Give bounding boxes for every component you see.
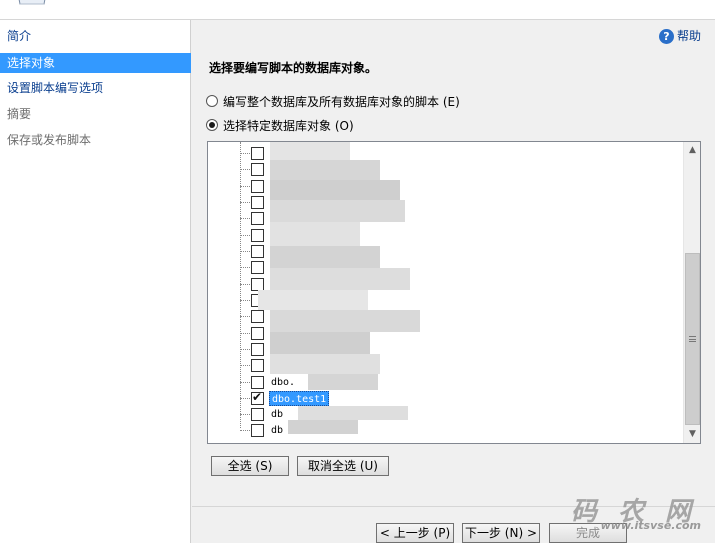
tree-row[interactable]: dbo. <box>240 374 297 390</box>
tree-row-selected[interactable]: dbo.test1 <box>240 390 330 406</box>
tree-item-label-selected[interactable]: dbo.test1 <box>269 390 330 406</box>
checkbox[interactable] <box>251 375 264 389</box>
checkbox[interactable] <box>251 211 264 225</box>
sidebar-item-scripting-options[interactable]: 设置脚本编写选项 <box>0 78 191 98</box>
sidebar-item-choose-objects[interactable]: 选择对象 <box>0 53 191 73</box>
scripting-wizard-icon <box>18 0 46 5</box>
checkbox[interactable] <box>251 146 264 160</box>
checkbox[interactable] <box>251 244 264 258</box>
scrollbar-thumb[interactable] <box>685 253 700 425</box>
tree-item-label: db <box>271 408 284 420</box>
wizard-main-panel: ? 帮助 选择要编写脚本的数据库对象。 编写整个数据库及所有数据库对象的脚本 (… <box>192 20 715 543</box>
tree-row[interactable] <box>240 357 264 373</box>
tree-item-label: dbo. <box>271 376 296 388</box>
scroll-down-icon[interactable]: ▼ <box>684 426 700 443</box>
wizard-header <box>0 0 715 20</box>
page-title: 选择要编写脚本的数据库对象。 <box>209 61 378 75</box>
tree-row[interactable] <box>240 194 264 210</box>
tree-row[interactable]: db <box>240 422 285 438</box>
wizard-sidebar: 简介 选择对象 设置脚本编写选项 摘要 保存或发布脚本 <box>0 20 191 543</box>
help-label: 帮助 <box>676 29 701 43</box>
tree-row[interactable] <box>240 243 264 259</box>
radio-select-specific-objects[interactable]: 选择特定数据库对象 (O) <box>206 117 354 133</box>
tree-row[interactable] <box>240 145 264 161</box>
tree-row[interactable] <box>240 210 264 226</box>
help-link[interactable]: ? 帮助 <box>658 28 701 44</box>
tree-row[interactable] <box>240 161 264 177</box>
previous-button[interactable]: < 上一步 (P) <box>376 523 454 543</box>
checkbox[interactable] <box>251 260 264 274</box>
checkbox[interactable] <box>251 407 264 421</box>
checkbox[interactable] <box>251 309 264 323</box>
checkbox[interactable] <box>251 326 264 340</box>
checkbox-checked[interactable] <box>251 390 264 405</box>
checkbox[interactable] <box>251 162 264 176</box>
radio-button[interactable] <box>206 95 218 107</box>
sidebar-item-introduction[interactable]: 简介 <box>0 26 191 46</box>
radio-script-entire-database[interactable]: 编写整个数据库及所有数据库对象的脚本 (E) <box>206 93 460 109</box>
sidebar-item-summary: 摘要 <box>7 107 32 121</box>
tree-row[interactable] <box>240 325 264 341</box>
checkbox[interactable] <box>251 195 264 209</box>
checkbox[interactable] <box>251 342 264 356</box>
radio-label: 编写整个数据库及所有数据库对象的脚本 (E) <box>223 94 460 109</box>
tree-row[interactable] <box>240 308 264 324</box>
vertical-scrollbar[interactable]: ▲ ▼ <box>683 142 700 443</box>
checkbox[interactable] <box>251 358 264 372</box>
object-tree-view[interactable]: dbo. dbo.test1 db db <box>207 141 701 444</box>
radio-label: 选择特定数据库对象 (O) <box>223 118 354 133</box>
deselect-all-button[interactable]: 取消全选 (U) <box>297 456 389 476</box>
tree-item-label: db <box>271 424 284 436</box>
select-all-button[interactable]: 全选 (S) <box>211 456 289 476</box>
generate-scripts-wizard: 简介 选择对象 设置脚本编写选项 摘要 保存或发布脚本 ? 帮助 选择要编写脚本… <box>0 0 715 543</box>
tree-row[interactable]: db <box>240 406 285 422</box>
radio-button-checked[interactable] <box>206 119 218 131</box>
checkbox[interactable] <box>251 228 264 242</box>
checkbox[interactable] <box>251 423 264 437</box>
checkbox[interactable] <box>251 179 264 193</box>
watermark-url: www.itsvse.com <box>600 519 701 532</box>
watermark-logo: 码 农 网 www.itsvse.com <box>557 491 707 537</box>
help-icon: ? <box>658 28 674 44</box>
next-button[interactable]: 下一步 (N) > <box>462 523 540 543</box>
scroll-up-icon[interactable]: ▲ <box>684 142 700 159</box>
tree-row[interactable] <box>240 227 264 243</box>
sidebar-item-save-or-publish: 保存或发布脚本 <box>7 133 92 147</box>
tree-row[interactable] <box>240 341 264 357</box>
checkbox[interactable] <box>251 277 264 291</box>
tree-row[interactable] <box>240 178 264 194</box>
tree-row[interactable] <box>240 259 264 275</box>
